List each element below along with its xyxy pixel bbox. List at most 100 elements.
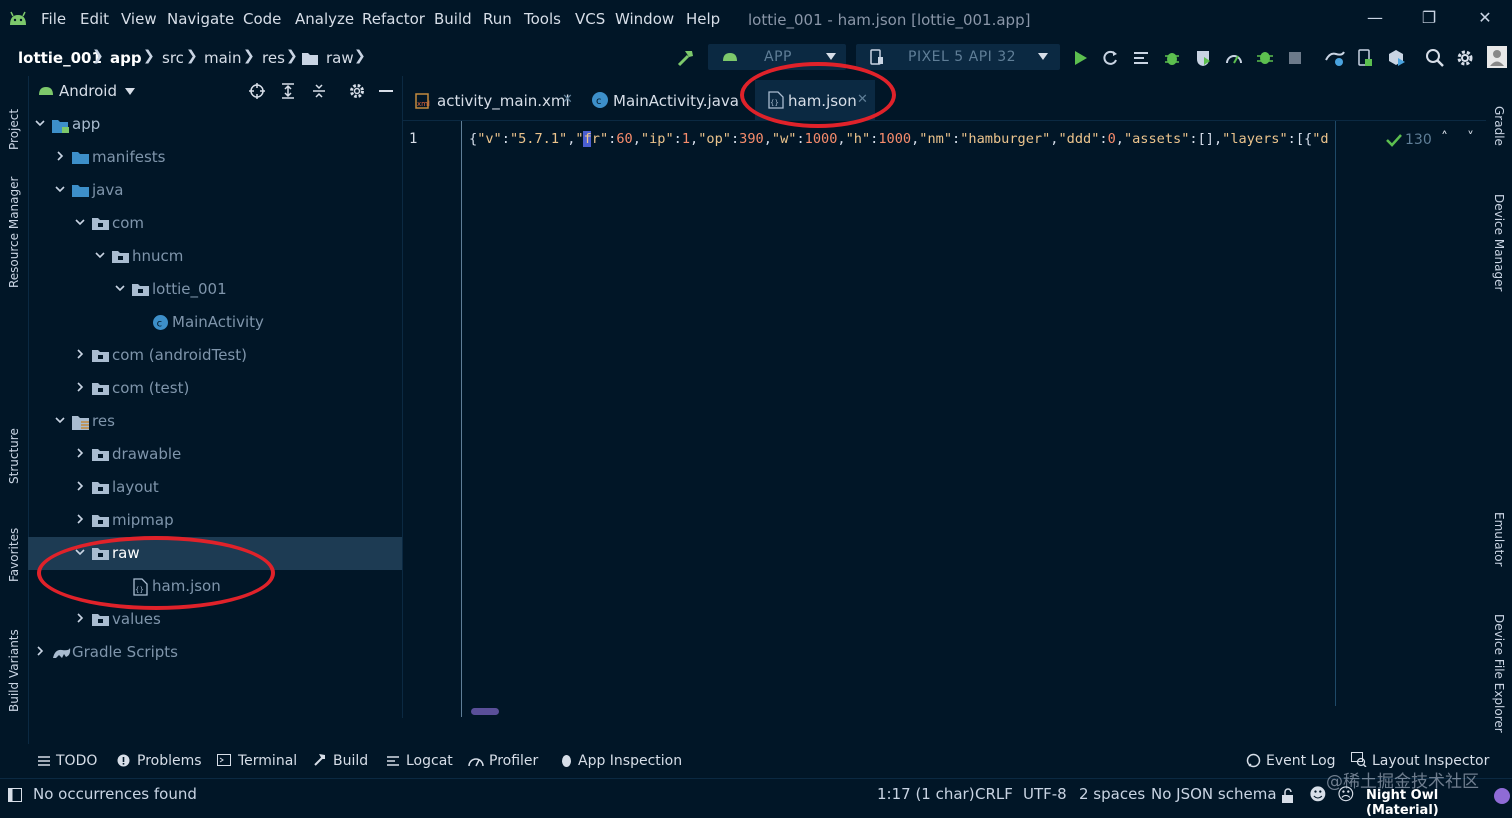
stripe-resource-manager[interactable]: Resource Manager <box>7 177 21 288</box>
menu-view[interactable]: View <box>121 10 157 28</box>
stripe-device-file-explorer[interactable]: Device File Explorer <box>1492 614 1506 733</box>
run-icon[interactable] <box>1070 48 1090 68</box>
tree-item-com[interactable]: com <box>28 207 402 240</box>
coverage-icon[interactable] <box>1193 48 1213 68</box>
breadcrumb-res[interactable]: res <box>262 49 285 67</box>
breadcrumb-raw[interactable]: raw <box>326 49 354 67</box>
device-manager-icon[interactable] <box>1355 48 1375 68</box>
menu-tools[interactable]: Tools <box>524 10 561 28</box>
minimize-icon[interactable]: — <box>1360 6 1390 30</box>
chevron-right-icon[interactable] <box>54 150 66 162</box>
tool-tab-todo[interactable]: TODO <box>56 753 97 769</box>
tree-item-res[interactable]: res <box>28 405 402 438</box>
tree-item-lottie-001[interactable]: lottie_001 <box>28 273 402 306</box>
indent-setting[interactable]: 2 spaces <box>1079 785 1145 803</box>
close-window-icon[interactable]: ✕ <box>1470 6 1500 30</box>
tree-item-gradle-scripts[interactable]: Gradle Scripts <box>28 636 402 669</box>
next-highlight-icon[interactable]: ˅ <box>1467 130 1474 146</box>
code-line[interactable]: {"v":"5.7.1","fr":60,"ip":1,"op":390,"w"… <box>469 131 1329 147</box>
breadcrumb-main[interactable]: main <box>204 49 241 67</box>
avatar-icon[interactable] <box>1487 46 1507 68</box>
theme-name[interactable]: Night Owl (Material) <box>1366 788 1512 818</box>
locate-file-icon[interactable] <box>248 82 266 100</box>
android-logo-icon[interactable] <box>8 10 28 26</box>
toggle-tool-windows-icon[interactable] <box>8 788 22 802</box>
stripe-gradle[interactable]: Gradle <box>1492 106 1506 146</box>
json-schema[interactable]: No JSON schema <box>1151 785 1277 803</box>
tree-item-manifests[interactable]: manifests <box>28 141 402 174</box>
menu-window[interactable]: Window <box>615 10 674 28</box>
stripe-project[interactable]: Project <box>7 109 21 150</box>
tool-tab-profiler[interactable]: Profiler <box>489 753 538 769</box>
hammer-build-icon[interactable] <box>676 48 696 68</box>
hide-panel-icon[interactable] <box>379 90 393 92</box>
close-tab-icon[interactable]: ✕ <box>562 92 573 107</box>
breadcrumb-app[interactable]: app <box>110 49 142 67</box>
stripe-emulator[interactable]: Emulator <box>1492 512 1506 567</box>
tree-item-mainactivity[interactable]: c MainActivity <box>28 306 402 339</box>
menu-file[interactable]: File <box>41 10 66 28</box>
breadcrumb-project[interactable]: lottie_001 <box>18 49 102 67</box>
tree-item-com-test[interactable]: com (test) <box>28 372 402 405</box>
project-view-selector[interactable]: Android <box>59 82 117 100</box>
menu-build[interactable]: Build <box>434 10 472 28</box>
chevron-down-icon[interactable] <box>125 88 135 95</box>
chevron-down-icon[interactable] <box>34 117 46 129</box>
tool-tab-terminal[interactable]: Terminal <box>238 753 297 769</box>
smiley-icon[interactable]: ☻ <box>1309 785 1327 805</box>
tree-item-layout[interactable]: layout <box>28 471 402 504</box>
line-separator[interactable]: CRLF <box>975 785 1013 803</box>
collapse-all-icon[interactable] <box>310 82 328 100</box>
menu-code[interactable]: Code <box>243 10 281 28</box>
code-editor[interactable]: 1 {"v":"5.7.1","fr":60,"ip":1,"op":390,"… <box>403 121 1486 717</box>
attach-debugger-icon[interactable] <box>1255 48 1275 68</box>
menu-refactor[interactable]: Refactor <box>362 10 425 28</box>
panel-settings-gear-icon[interactable] <box>348 82 366 100</box>
stripe-device-manager[interactable]: Device Manager <box>1492 194 1506 291</box>
horizontal-scrollbar[interactable] <box>471 708 499 715</box>
sdk-manager-icon[interactable] <box>1386 48 1406 68</box>
restore-icon[interactable]: ❐ <box>1414 6 1444 30</box>
menu-run[interactable]: Run <box>483 10 512 28</box>
chevron-right-icon[interactable] <box>74 447 86 459</box>
chevron-down-icon[interactable] <box>54 414 66 426</box>
tree-item-mipmap[interactable]: mipmap <box>28 504 402 537</box>
menu-analyze[interactable]: Analyze <box>295 10 354 28</box>
device-dropdown[interactable]: PIXEL 5 API 32 <box>856 44 1060 70</box>
menu-navigate[interactable]: Navigate <box>167 10 234 28</box>
tree-item-hnucm[interactable]: hnucm <box>28 240 402 273</box>
menu-help[interactable]: Help <box>686 10 720 28</box>
debug-icon[interactable] <box>1162 48 1182 68</box>
tool-tab-logcat[interactable]: Logcat <box>406 753 453 769</box>
settings-gear-icon[interactable] <box>1455 48 1475 68</box>
tool-tab-build[interactable]: Build <box>333 753 368 769</box>
tree-item-values[interactable]: values <box>28 603 402 636</box>
breadcrumb-src[interactable]: src <box>162 49 184 67</box>
chevron-down-icon[interactable] <box>94 249 106 261</box>
file-encoding[interactable]: UTF-8 <box>1023 785 1067 803</box>
apply-changes-icon[interactable] <box>1100 48 1120 68</box>
chevron-right-icon[interactable] <box>34 645 46 657</box>
search-icon[interactable] <box>1425 48 1445 68</box>
tree-item-drawable[interactable]: drawable <box>28 438 402 471</box>
stripe-structure[interactable]: Structure <box>7 428 21 484</box>
tool-tab-problems[interactable]: Problems <box>137 753 202 769</box>
chevron-down-icon[interactable] <box>54 183 66 195</box>
sync-gradle-icon[interactable] <box>1324 48 1345 68</box>
tab-mainactivity-java[interactable]: c MainActivity.java <box>579 80 749 120</box>
tree-item-app[interactable]: app <box>28 108 402 141</box>
stripe-build-variants[interactable]: Build Variants <box>7 629 21 712</box>
tree-item-java[interactable]: java <box>28 174 402 207</box>
chevron-down-icon[interactable] <box>114 282 126 294</box>
chevron-right-icon[interactable] <box>74 513 86 525</box>
apply-code-changes-icon[interactable] <box>1131 48 1151 68</box>
stop-icon[interactable] <box>1285 48 1305 68</box>
caret-position[interactable]: 1:17 (1 char) <box>877 785 975 803</box>
tab-activity-main-xml[interactable]: xml activity_main.xml ✕ <box>403 80 579 120</box>
tree-item-com-androidtest[interactable]: com (androidTest) <box>28 339 402 372</box>
unlock-icon[interactable] <box>1281 788 1295 804</box>
previous-highlight-icon[interactable]: ˄ <box>1441 130 1448 146</box>
chevron-right-icon[interactable] <box>74 480 86 492</box>
chevron-right-icon[interactable] <box>74 612 86 624</box>
menu-vcs[interactable]: VCS <box>575 10 605 28</box>
